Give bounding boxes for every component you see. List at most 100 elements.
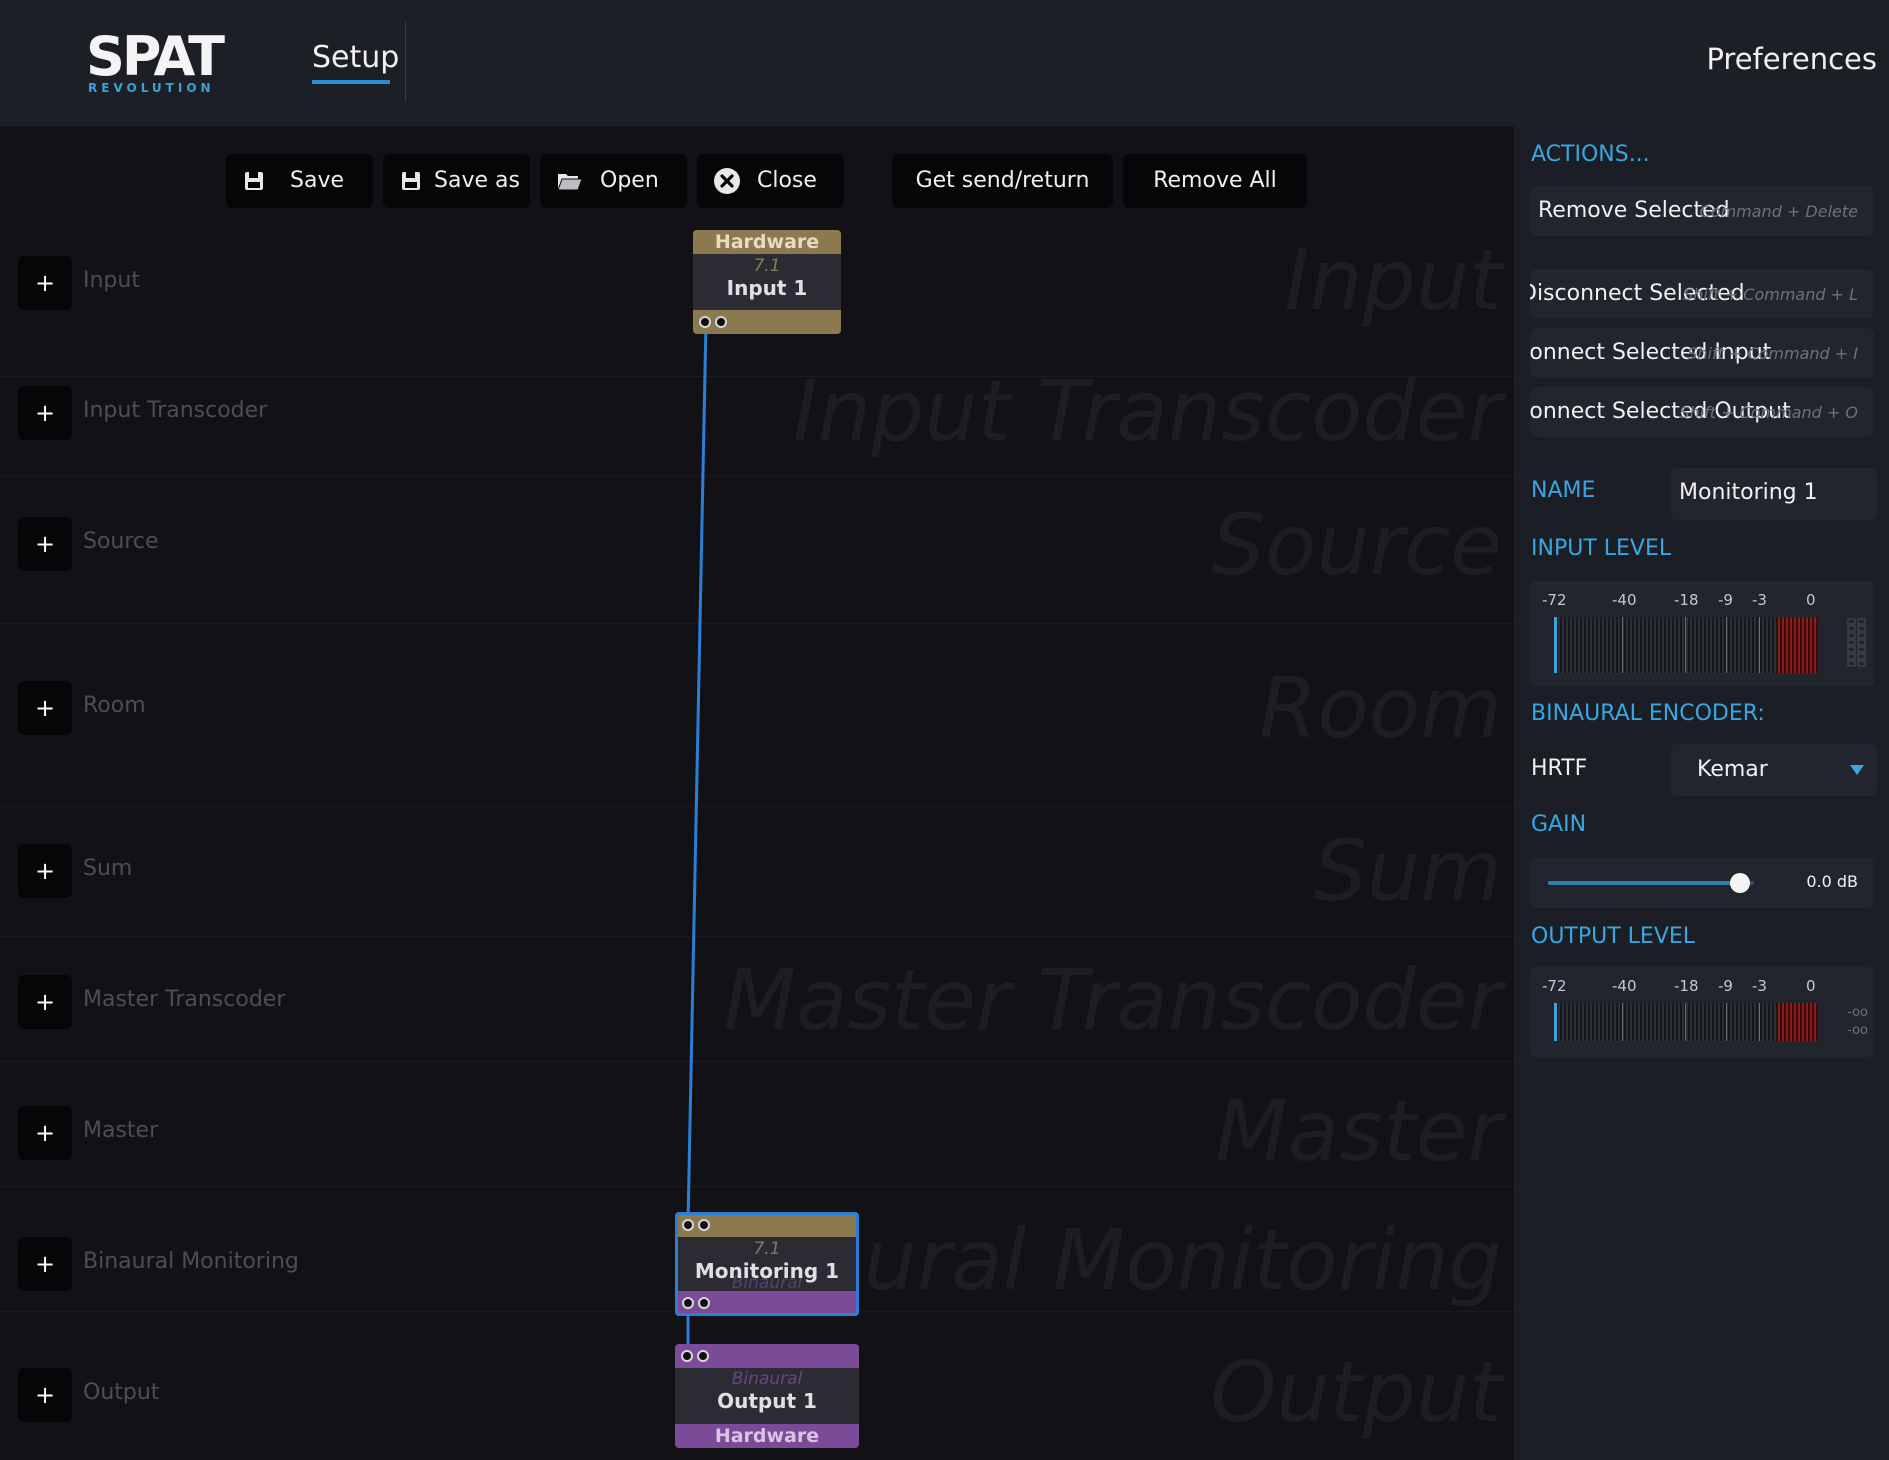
output-port[interactable] bbox=[682, 1297, 694, 1309]
tab-setup-underline bbox=[312, 80, 390, 84]
binaural-encoder-label: BINAURAL ENCODER: bbox=[1531, 701, 1765, 726]
row-divider bbox=[0, 1186, 1514, 1187]
node-monitoring-1[interactable]: 7.1 Monitoring 1 Binaural bbox=[675, 1212, 859, 1316]
meter-tick bbox=[1622, 617, 1623, 673]
meter-clip-zone bbox=[1778, 1003, 1818, 1041]
gain-slider-thumb[interactable] bbox=[1729, 873, 1750, 893]
row-label-source: Source bbox=[83, 529, 159, 554]
watermark-input-transcoder: Input Transcoder bbox=[792, 362, 1502, 460]
row-divider bbox=[0, 1061, 1514, 1062]
node-output-1[interactable]: Binaural Output 1 Hardware bbox=[675, 1344, 859, 1448]
node-monitoring-format: 7.1 bbox=[753, 1239, 781, 1259]
meter-scale-label: -18 bbox=[1674, 977, 1699, 995]
node-output-format: Binaural bbox=[731, 1369, 803, 1389]
node-output-bottom-band: Hardware bbox=[675, 1424, 859, 1448]
output-port[interactable] bbox=[698, 1297, 710, 1309]
top-bar: SPAT REVOLUTION Setup Preferences bbox=[0, 0, 1889, 126]
meter-clip-zone bbox=[1778, 617, 1818, 673]
floppy-disk-icon bbox=[402, 172, 420, 190]
watermark-master: Master bbox=[1215, 1082, 1502, 1180]
chevron-down-icon bbox=[1850, 765, 1864, 775]
watermark-sum: Sum bbox=[1313, 822, 1502, 920]
input-port[interactable] bbox=[682, 1219, 694, 1231]
meter-tick bbox=[1726, 617, 1727, 673]
output-port[interactable] bbox=[699, 316, 711, 328]
row-label-output: Output bbox=[83, 1380, 160, 1405]
row-divider bbox=[0, 936, 1514, 937]
meter-scale-label: -72 bbox=[1542, 591, 1567, 609]
save-label: Save bbox=[290, 168, 345, 193]
gain-slider[interactable]: 0.0 dB bbox=[1530, 858, 1874, 908]
input-port[interactable] bbox=[681, 1350, 693, 1362]
row-divider bbox=[0, 476, 1514, 477]
action-shortcut: Shift + Command + L bbox=[1683, 285, 1858, 304]
logo-sub: REVOLUTION bbox=[88, 81, 215, 95]
add-binaural-monitoring-button[interactable]: + bbox=[18, 1237, 72, 1291]
close-circle-icon bbox=[714, 168, 740, 194]
get-send-return-button[interactable]: Get send/return bbox=[892, 154, 1113, 208]
name-input[interactable]: Monitoring 1 bbox=[1671, 468, 1877, 520]
save-button[interactable]: Save bbox=[226, 154, 373, 208]
name-label: NAME bbox=[1531, 478, 1596, 503]
add-sum-button[interactable]: + bbox=[18, 844, 72, 898]
hrtf-select[interactable]: Kemar bbox=[1671, 744, 1877, 796]
setup-canvas[interactable]: Input Input Transcoder Source Room Sum M… bbox=[0, 126, 1514, 1460]
connect-selected-input-action[interactable]: Connect Selected Input Shift + Command +… bbox=[1530, 328, 1874, 378]
save-as-button[interactable]: Save as bbox=[383, 154, 530, 208]
input-port[interactable] bbox=[698, 1219, 710, 1231]
add-input-transcoder-button[interactable]: + bbox=[18, 386, 72, 440]
row-label-input: Input bbox=[83, 268, 140, 293]
row-label-input-transcoder: Input Transcoder bbox=[83, 398, 268, 423]
output-port[interactable] bbox=[715, 316, 727, 328]
meter-scale-label: 0 bbox=[1806, 591, 1816, 609]
row-divider bbox=[0, 806, 1514, 807]
remove-all-button[interactable]: Remove All bbox=[1123, 154, 1307, 208]
node-monitoring-name: Monitoring 1 bbox=[694, 1259, 840, 1283]
tab-divider bbox=[405, 22, 406, 102]
preferences-button[interactable]: Preferences bbox=[1706, 42, 1877, 76]
meter-scale-label: -72 bbox=[1542, 977, 1567, 995]
connect-selected-output-action[interactable]: Connect Selected Output Shift + Command … bbox=[1530, 387, 1874, 437]
row-divider bbox=[0, 623, 1514, 624]
add-input-button[interactable]: + bbox=[18, 256, 72, 310]
meter-tick bbox=[1685, 1003, 1686, 1041]
add-room-button[interactable]: + bbox=[18, 681, 72, 735]
open-button[interactable]: Open bbox=[540, 154, 687, 208]
channel-readouts-icon bbox=[1847, 618, 1866, 667]
input-port[interactable] bbox=[697, 1350, 709, 1362]
input-level-meter: -72 -40 -18 -9 -3 0 bbox=[1530, 581, 1874, 687]
output-level-meter: -72 -40 -18 -9 -3 0 -oo -oo bbox=[1530, 967, 1874, 1057]
watermark-output: Output bbox=[1210, 1343, 1502, 1441]
close-button[interactable]: Close bbox=[697, 154, 844, 208]
action-shortcut: Shift + Command + O bbox=[1679, 403, 1858, 422]
row-label-master-transcoder: Master Transcoder bbox=[83, 987, 286, 1012]
add-master-transcoder-button[interactable]: + bbox=[18, 975, 72, 1029]
meter-bar bbox=[1554, 1003, 1818, 1041]
meter-peak bbox=[1554, 617, 1557, 673]
add-source-button[interactable]: + bbox=[18, 517, 72, 571]
output-readout: -oo bbox=[1847, 1023, 1868, 1038]
watermark-master-transcoder: Master Transcoder bbox=[723, 951, 1502, 1049]
node-input-name: Input 1 bbox=[726, 276, 808, 300]
disconnect-selected-action[interactable]: Disconnect Selected Shift + Command + L bbox=[1530, 269, 1874, 319]
meter-scale-label: -9 bbox=[1718, 591, 1733, 609]
meter-scale-label: -40 bbox=[1612, 977, 1637, 995]
gain-value: 0.0 dB bbox=[1806, 872, 1858, 891]
input-level-label: INPUT LEVEL bbox=[1531, 536, 1672, 561]
spat-logo: SPAT REVOLUTION bbox=[86, 28, 225, 98]
node-output-name: Output 1 bbox=[717, 1389, 817, 1413]
floppy-disk-icon bbox=[245, 172, 263, 190]
node-input-top-band: Hardware bbox=[693, 230, 841, 254]
gain-slider-fill bbox=[1548, 881, 1740, 885]
add-output-button[interactable]: + bbox=[18, 1368, 72, 1422]
gain-label: GAIN bbox=[1531, 812, 1587, 837]
close-label: Close bbox=[757, 168, 817, 193]
add-master-button[interactable]: + bbox=[18, 1106, 72, 1160]
remove-selected-action[interactable]: Remove Selected Command + Delete bbox=[1530, 186, 1874, 236]
tab-setup[interactable]: Setup bbox=[312, 40, 399, 75]
open-label: Open bbox=[600, 168, 659, 193]
node-input-1[interactable]: Hardware 7.1 Input 1 bbox=[693, 230, 841, 334]
output-readout: -oo bbox=[1847, 1005, 1868, 1020]
row-label-binaural-monitoring: Binaural Monitoring bbox=[83, 1249, 299, 1274]
meter-peak bbox=[1554, 1003, 1557, 1041]
